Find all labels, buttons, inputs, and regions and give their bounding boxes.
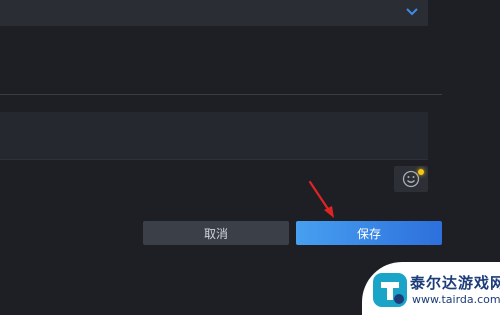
save-button[interactable]: 保存	[296, 221, 442, 245]
divider	[0, 94, 442, 95]
arrow-icon	[308, 180, 334, 218]
cancel-button[interactable]: 取消	[143, 221, 289, 245]
watermark-url: www.tairda.com	[412, 293, 500, 306]
dropdown-field[interactable]	[0, 0, 428, 26]
watermark: 泰尔达游戏网 www.tairda.com	[362, 262, 500, 315]
text-input-area[interactable]	[0, 112, 428, 160]
notification-dot	[418, 169, 424, 175]
logo-icon	[373, 273, 407, 307]
watermark-title: 泰尔达游戏网	[410, 274, 500, 292]
chevron-down-icon[interactable]	[404, 4, 420, 18]
